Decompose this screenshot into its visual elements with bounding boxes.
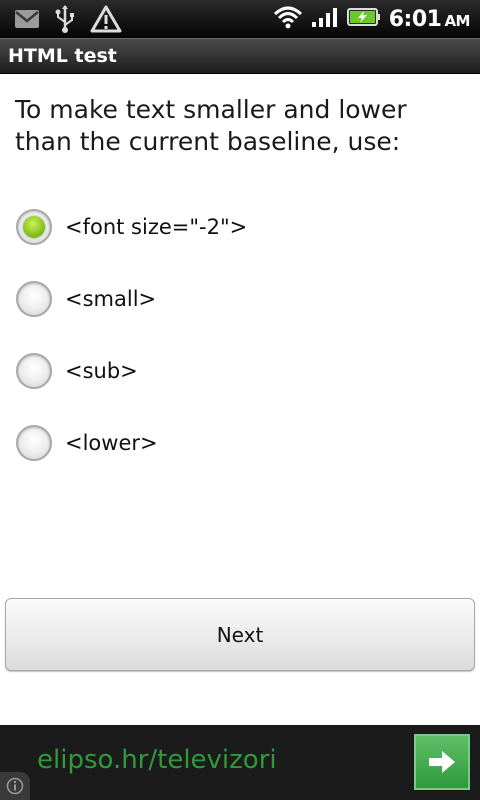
warning-icon	[90, 5, 122, 37]
radio-button[interactable]	[16, 281, 52, 317]
arrow-right-icon[interactable]	[414, 734, 470, 790]
title-bar: HTML test	[0, 38, 480, 74]
status-bar: 6:01 AM	[0, 0, 480, 38]
status-clock: 6:01 AM	[388, 6, 471, 32]
answer-option-label: <lower>	[65, 431, 158, 455]
app-title: HTML test	[8, 45, 117, 67]
answer-option-font-size[interactable]: <font size="-2">	[16, 206, 247, 248]
info-icon[interactable]	[0, 772, 30, 800]
ad-banner[interactable]: elipso.hr/televizori	[0, 725, 480, 800]
signal-icon	[311, 6, 339, 32]
clock-ampm: AM	[444, 11, 470, 30]
radio-button[interactable]	[16, 425, 52, 461]
ad-link[interactable]: elipso.hr/televizori	[37, 745, 277, 775]
clock-time: 6:01	[388, 6, 442, 32]
next-button[interactable]: Next	[5, 598, 475, 671]
answer-option-sub[interactable]: <sub>	[16, 350, 247, 392]
answer-option-label: <font size="-2">	[65, 215, 248, 239]
wifi-icon	[273, 4, 303, 34]
answer-option-label: <sub>	[65, 359, 138, 383]
usb-icon	[54, 5, 76, 37]
notification-icons	[14, 5, 122, 37]
radio-button-selected[interactable]	[16, 209, 52, 245]
answer-option-lower[interactable]: <lower>	[16, 422, 247, 464]
system-indicators: 6:01 AM	[273, 4, 470, 34]
question-text: To make text smaller and lower than the …	[15, 95, 407, 156]
gmail-icon	[14, 8, 40, 34]
answer-options: <font size="-2"> <small> <sub> <lower>	[16, 206, 247, 494]
radio-button[interactable]	[16, 353, 52, 389]
battery-charging-icon	[346, 6, 381, 32]
answer-option-small[interactable]: <small>	[16, 278, 247, 320]
answer-option-label: <small>	[65, 287, 157, 311]
